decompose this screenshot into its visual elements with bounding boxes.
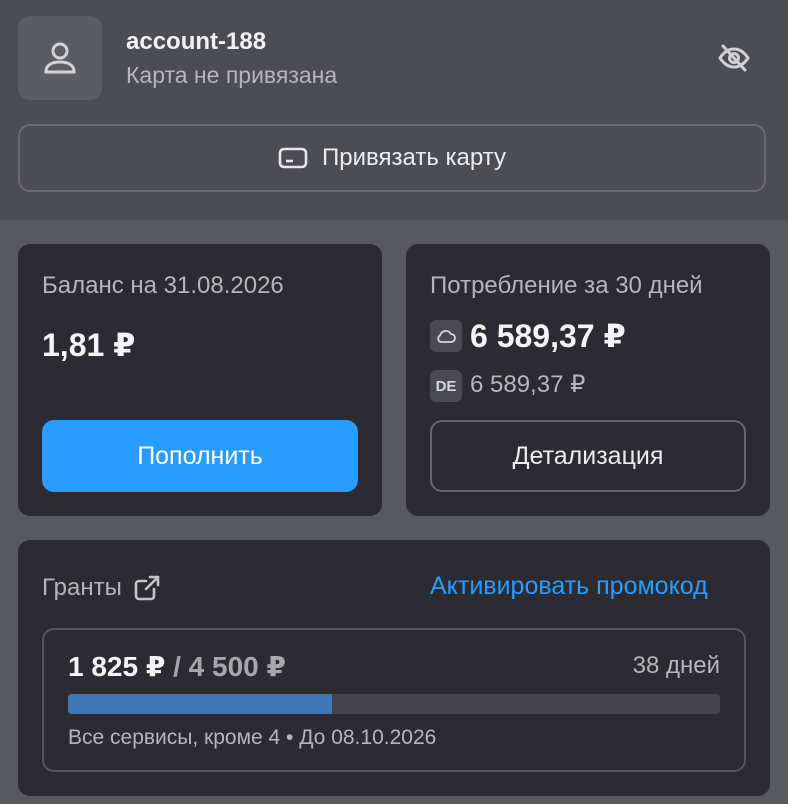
hide-balance-button[interactable] (714, 40, 754, 76)
avatar (18, 16, 102, 100)
grant-progress-bar (68, 694, 720, 714)
account-header: account-188 Карта не привязана Привязать… (0, 0, 788, 220)
bind-card-label: Привязать карту (322, 144, 506, 171)
grant-used: 1 825 ₽ (68, 651, 166, 682)
balance-amount: 1,81 ₽ (42, 327, 136, 363)
grant-days-left: 38 дней (632, 652, 720, 679)
grants-label: Гранты (42, 574, 122, 601)
external-link-icon[interactable] (134, 575, 160, 601)
eye-off-icon (718, 44, 750, 72)
usage-amount-de: 6 589,37 ₽ (470, 371, 586, 398)
bind-card-button[interactable]: Привязать карту (18, 124, 766, 192)
user-icon (44, 42, 76, 74)
balance-label: Баланс на 31.08.2026 (42, 272, 284, 299)
usage-label: Потребление за 30 дней (430, 272, 703, 299)
balance-card: Баланс на 31.08.2026 1,81 ₽ Пополнить (18, 244, 382, 516)
grant-total: / 4 500 ₽ (173, 651, 287, 682)
card-status: Карта не привязана (126, 62, 338, 88)
usage-card: Потребление за 30 дней 6 589,37 ₽ DE 6 5… (406, 244, 770, 516)
credit-card-icon (278, 147, 308, 169)
grants-header: Гранты (42, 574, 160, 602)
grants-card: Гранты Активировать промокод 1 825 ₽ / 4… (18, 540, 770, 796)
details-button[interactable]: Детализация (430, 420, 746, 492)
usage-amount-cloud: 6 589,37 ₽ (470, 318, 626, 354)
grant-item: 1 825 ₽ / 4 500 ₽ 38 дней Все сервисы, к… (42, 628, 746, 772)
region-de-badge: DE (430, 370, 462, 402)
grant-note: Все сервисы, кроме 4 • До 08.10.2026 (68, 726, 437, 749)
top-up-button[interactable]: Пополнить (42, 420, 358, 492)
account-name: account-188 (126, 28, 267, 55)
activate-promo-link[interactable]: Активировать промокод (430, 572, 708, 601)
grant-amount: 1 825 ₽ / 4 500 ₽ (68, 650, 286, 683)
grant-progress-fill (68, 694, 333, 714)
cloud-icon (430, 320, 462, 352)
